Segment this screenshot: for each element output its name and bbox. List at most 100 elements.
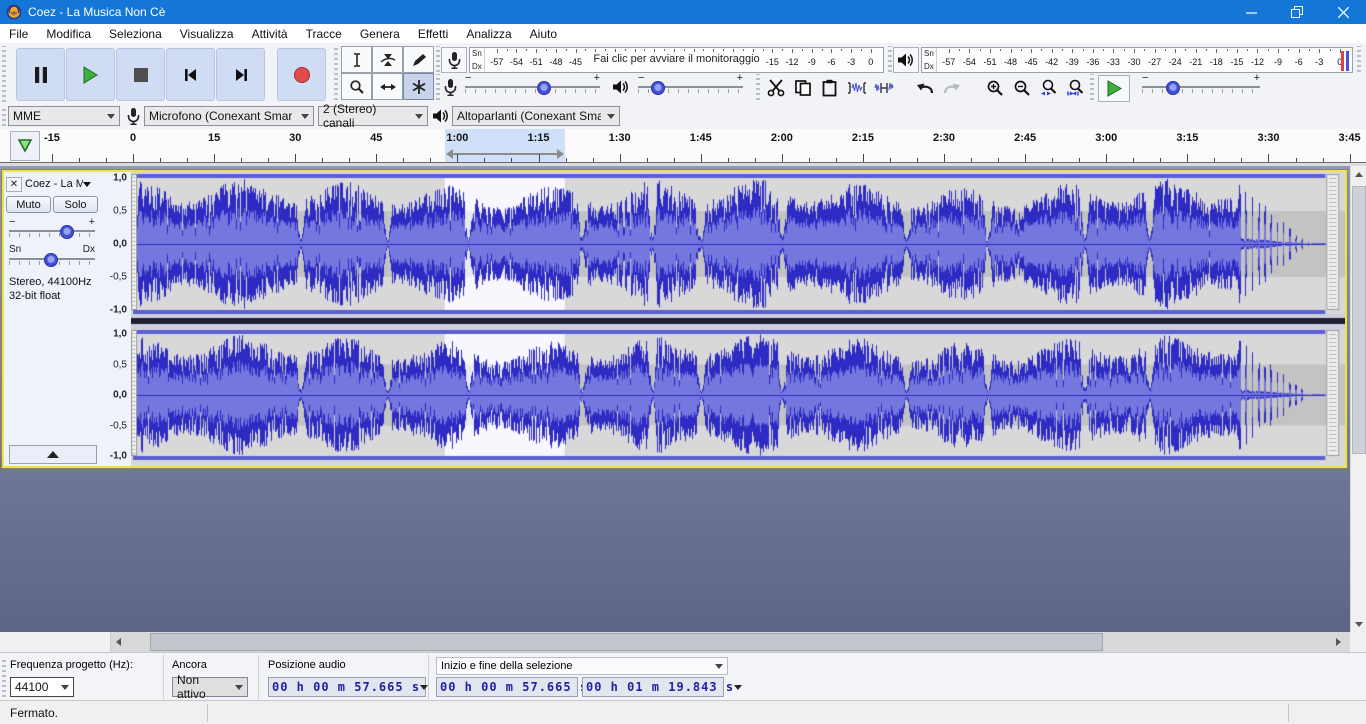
silence-audio-icon xyxy=(874,80,894,96)
zoom-out-button[interactable] xyxy=(1008,75,1035,101)
record-button[interactable] xyxy=(277,48,326,101)
play-meter-grip[interactable] xyxy=(888,46,892,72)
vertical-scrollbar[interactable] xyxy=(1350,166,1366,632)
record-meter[interactable]: Sn Dx -57-54-51-48-45-42-39-36-33-30-27-… xyxy=(469,47,884,73)
paste-button[interactable] xyxy=(816,75,843,101)
mixer-grip[interactable] xyxy=(436,74,440,100)
zoom-in-button[interactable] xyxy=(981,75,1008,101)
record-meter-grip[interactable] xyxy=(436,46,440,72)
minimize-button[interactable] xyxy=(1228,0,1274,24)
tools-grip[interactable] xyxy=(334,46,338,100)
zoom-tool-button[interactable] xyxy=(341,73,372,100)
silence-selection-button[interactable] xyxy=(870,75,897,101)
menu-item-attivita[interactable]: Attività xyxy=(243,25,297,43)
minus-label: − xyxy=(1142,72,1148,84)
cut-button[interactable] xyxy=(762,75,789,101)
waveform-canvas[interactable] xyxy=(131,172,1345,466)
redo-button[interactable] xyxy=(938,75,965,101)
close-button[interactable] xyxy=(1320,0,1366,24)
pause-button[interactable] xyxy=(16,48,65,101)
selection-mode-select[interactable]: Inizio e fine della selezione xyxy=(436,657,728,675)
zoom-fit-button[interactable] xyxy=(1062,75,1089,101)
menu-item-file[interactable]: File xyxy=(0,25,37,43)
menu-item-genera[interactable]: Genera xyxy=(351,25,409,43)
audio-position-field[interactable]: 00 h 00 m 57.665 s xyxy=(268,677,426,697)
track-collapse-button[interactable] xyxy=(9,445,97,464)
scroll-left-arrow[interactable] xyxy=(110,634,126,650)
copy-button[interactable] xyxy=(789,75,816,101)
timeline-tick xyxy=(863,154,864,162)
track-workspace[interactable]: ✕ Coez - La M Muto Solo − + Sn Dx xyxy=(0,166,1366,632)
play-meter[interactable]: Sn Dx -57-54-51-48-45-42-39-36-33-30-27-… xyxy=(921,47,1353,73)
horizontal-scroll-thumb[interactable] xyxy=(150,633,1103,651)
menu-item-visualizza[interactable]: Visualizza xyxy=(171,25,243,43)
snap-select[interactable]: Non attivo xyxy=(172,677,248,697)
timeshift-tool-button[interactable] xyxy=(372,73,403,100)
mixer-mic-icon xyxy=(443,78,458,96)
vertical-scale-ruler[interactable]: 1,00,50,0-0,5-1,01,00,50,0-0,5-1,0 xyxy=(101,172,132,466)
stop-button[interactable] xyxy=(116,48,165,101)
zoom-to-selection-button[interactable] xyxy=(1035,75,1062,101)
record-icon xyxy=(293,66,311,84)
project-rate-select[interactable]: 44100 xyxy=(10,677,74,697)
menu-item-aiuto[interactable]: Aiuto xyxy=(521,25,566,43)
play-speed-slider[interactable]: − + xyxy=(1142,74,1260,96)
play-volume-slider[interactable]: − + xyxy=(638,74,743,96)
menu-item-seleziona[interactable]: Seleziona xyxy=(100,25,171,43)
menu-item-effetti[interactable]: Effetti xyxy=(409,25,457,43)
play-volume-thumb[interactable] xyxy=(651,81,665,95)
scroll-right-arrow[interactable] xyxy=(1330,634,1346,650)
envelope-tool-button[interactable] xyxy=(372,46,403,73)
skip-to-end-button[interactable] xyxy=(216,48,265,101)
multi-tool-button[interactable] xyxy=(403,73,434,100)
track-gain-thumb[interactable] xyxy=(60,225,74,239)
menu-item-analizza[interactable]: Analizza xyxy=(457,25,520,43)
mute-button[interactable]: Muto xyxy=(6,196,51,213)
play-meter-speaker-button[interactable] xyxy=(893,47,919,73)
ibeam-icon xyxy=(349,52,365,68)
timeline-ruler[interactable]: -1501530451:001:151:301:452:002:152:302:… xyxy=(0,129,1366,163)
selection-tool-button[interactable] xyxy=(341,46,372,73)
play-speed-thumb[interactable] xyxy=(1166,81,1180,95)
scale-label: 0,0 xyxy=(113,239,127,250)
scale-label: -0,5 xyxy=(110,420,127,431)
scale-label: 0,0 xyxy=(113,390,127,401)
record-meter-message[interactable]: Fai clic per avviare il monitoraggio xyxy=(588,52,764,66)
play-at-speed-button[interactable] xyxy=(1098,75,1130,102)
playback-device-select[interactable]: Altoparlanti (Conexant Sma xyxy=(452,106,620,126)
recording-device-select[interactable]: Microfono (Conexant Smar xyxy=(144,106,314,126)
selection-toolbar-grip[interactable] xyxy=(2,657,6,697)
restore-button[interactable] xyxy=(1274,0,1320,24)
trim-outside-selection-button[interactable] xyxy=(843,75,870,101)
timeline-pin-button[interactable] xyxy=(10,131,40,161)
menu-item-tracce[interactable]: Tracce xyxy=(297,25,351,43)
magnifier-icon xyxy=(349,79,365,95)
record-meter-mic-button[interactable] xyxy=(441,47,467,73)
track-gain-slider[interactable]: − + xyxy=(9,218,95,238)
track-pan-slider[interactable]: Sn Dx xyxy=(9,246,95,266)
audio-host-select[interactable]: MME xyxy=(8,106,120,126)
scroll-up-arrow[interactable] xyxy=(1351,166,1366,182)
solo-button[interactable]: Solo xyxy=(53,196,98,213)
play-button[interactable] xyxy=(66,48,115,101)
edit-grip[interactable] xyxy=(756,74,760,100)
speed-grip[interactable] xyxy=(1090,74,1094,100)
vertical-scroll-thumb[interactable] xyxy=(1352,186,1366,454)
undo-button[interactable] xyxy=(911,75,938,101)
device-grip[interactable] xyxy=(2,106,6,126)
draw-tool-button[interactable] xyxy=(403,46,434,73)
horizontal-scrollbar[interactable] xyxy=(0,632,1366,652)
menu-item-modifica[interactable]: Modifica xyxy=(37,25,100,43)
play-at-speed-icon xyxy=(1106,80,1122,97)
selection-start-field[interactable]: 00 h 00 m 57.665 s xyxy=(436,677,578,697)
track-close-button[interactable]: ✕ xyxy=(6,177,22,192)
selection-end-field[interactable]: 00 h 01 m 19.843 s xyxy=(582,677,724,697)
recording-channels-select[interactable]: 2 (Stereo) canali xyxy=(318,106,428,126)
skip-to-start-button[interactable] xyxy=(166,48,215,101)
transport-grip[interactable] xyxy=(2,46,6,102)
track-menu-icon[interactable] xyxy=(83,182,91,187)
record-volume-slider[interactable]: − + xyxy=(465,74,600,96)
scroll-down-arrow[interactable] xyxy=(1351,616,1366,632)
menu-bar: FileModificaSelezionaVisualizzaAttivitàT… xyxy=(0,24,1366,44)
meter-right-grip[interactable] xyxy=(1357,46,1361,72)
